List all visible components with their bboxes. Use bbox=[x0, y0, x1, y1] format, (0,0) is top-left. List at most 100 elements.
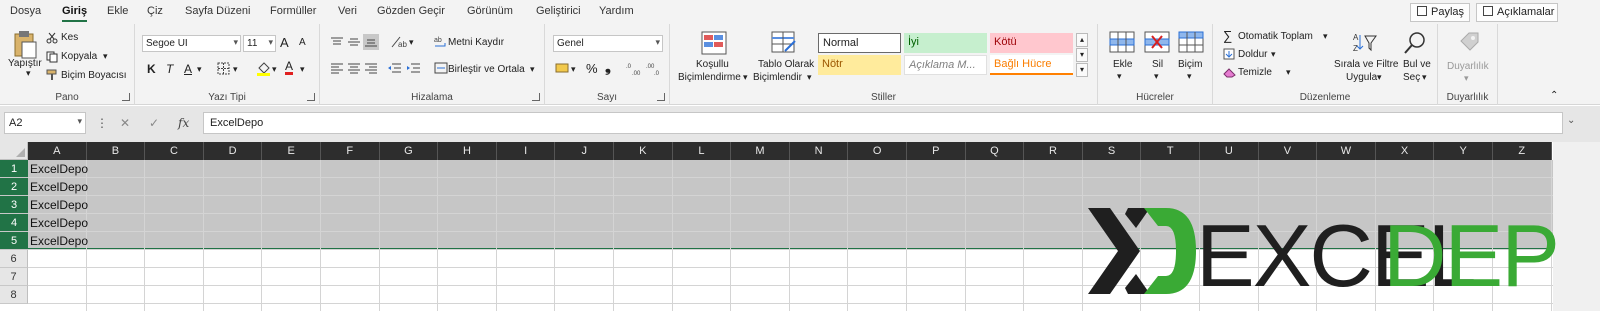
find-select-dropdown-icon[interactable]: ▾ bbox=[1422, 72, 1427, 83]
sort-filter-label-1[interactable]: Sırala ve Filtre bbox=[1334, 59, 1398, 70]
orientation-dropdown-icon[interactable]: ▾ bbox=[409, 37, 414, 48]
align-top-icon[interactable] bbox=[330, 36, 344, 48]
shrink-font-button[interactable]: A bbox=[299, 37, 306, 48]
style-neutral[interactable]: Nötr bbox=[818, 55, 901, 75]
column-header-v[interactable]: V bbox=[1258, 142, 1318, 160]
bold-button[interactable]: K bbox=[147, 62, 156, 76]
format-as-table-label-1[interactable]: Tablo Olarak bbox=[758, 59, 814, 70]
format-painter-button[interactable]: Biçim Boyacısı bbox=[61, 70, 127, 81]
row-header-4[interactable]: 4 bbox=[0, 214, 28, 232]
accounting-dropdown-icon[interactable]: ▾ bbox=[571, 64, 576, 75]
row-header-7[interactable]: 7 bbox=[0, 268, 28, 286]
enter-icon[interactable]: ✓ bbox=[149, 116, 159, 130]
styles-scroll-up-icon[interactable]: ▴ bbox=[1076, 33, 1088, 47]
column-header-t[interactable]: T bbox=[1141, 142, 1200, 160]
styles-scroll-down-icon[interactable]: ▾ bbox=[1076, 48, 1088, 62]
cell-a3[interactable]: ExcelDepo bbox=[30, 196, 88, 214]
column-header-p[interactable]: P bbox=[907, 142, 966, 160]
clear-button[interactable]: Temizle bbox=[1238, 67, 1272, 78]
wrap-text-button[interactable]: Metni Kaydır bbox=[448, 37, 504, 48]
comments-button[interactable]: Açıklamalar bbox=[1476, 3, 1558, 22]
autosum-button[interactable]: Otomatik Toplam bbox=[1238, 31, 1313, 42]
underline-dropdown-icon[interactable]: ▾ bbox=[197, 64, 202, 75]
font-size-select[interactable]: 11 bbox=[243, 35, 276, 52]
decrease-decimal-icon[interactable]: .00.0 bbox=[646, 61, 664, 77]
align-middle-icon[interactable] bbox=[347, 36, 361, 48]
row-header-6[interactable]: 6 bbox=[0, 250, 28, 268]
tab-sayfa-duzeni[interactable]: Sayfa Düzeni bbox=[185, 5, 250, 17]
align-left-icon[interactable] bbox=[330, 62, 344, 74]
tab-veri[interactable]: Veri bbox=[338, 5, 357, 17]
tab-formuller[interactable]: Formüller bbox=[270, 5, 316, 17]
tab-gorunum[interactable]: Görünüm bbox=[467, 5, 513, 17]
clipboard-launcher-icon[interactable] bbox=[122, 93, 130, 101]
column-header-d[interactable]: D bbox=[203, 142, 263, 160]
column-header-q[interactable]: Q bbox=[965, 142, 1025, 160]
column-header-r[interactable]: R bbox=[1024, 142, 1083, 160]
insert-dropdown-icon[interactable]: ▾ bbox=[1117, 71, 1122, 82]
conditional-formatting-button[interactable]: Biçimlendirme bbox=[678, 72, 741, 83]
style-bad[interactable]: Kötü bbox=[990, 33, 1073, 53]
font-launcher-icon[interactable] bbox=[307, 93, 315, 101]
paste-dropdown-icon[interactable]: ▾ bbox=[26, 68, 31, 79]
tab-gozden-gecir[interactable]: Gözden Geçir bbox=[377, 5, 445, 17]
row-header-8[interactable]: 8 bbox=[0, 286, 28, 304]
insert-function-icon[interactable]: fx bbox=[178, 116, 189, 130]
column-header-u[interactable]: U bbox=[1200, 142, 1259, 160]
column-header-x[interactable]: X bbox=[1375, 142, 1435, 160]
column-header-w[interactable]: W bbox=[1317, 142, 1376, 160]
borders-icon[interactable] bbox=[217, 62, 231, 75]
accounting-format-icon[interactable] bbox=[555, 62, 571, 74]
number-format-select[interactable]: Genel bbox=[553, 35, 663, 52]
decrease-indent-icon[interactable] bbox=[387, 62, 402, 74]
percent-button[interactable]: % bbox=[586, 61, 598, 76]
cell-a5[interactable]: ExcelDepo bbox=[30, 232, 88, 250]
align-center-icon[interactable] bbox=[347, 62, 361, 74]
comma-style-button[interactable]: ❟ bbox=[605, 59, 611, 76]
column-header-a[interactable]: A bbox=[28, 142, 87, 160]
cut-button[interactable]: Kes bbox=[61, 32, 78, 43]
row-header-3[interactable]: 3 bbox=[0, 196, 28, 214]
paste-button[interactable]: Yapıştır bbox=[8, 58, 42, 69]
column-header-y[interactable]: Y bbox=[1434, 142, 1493, 160]
column-header-l[interactable]: L bbox=[672, 142, 732, 160]
autosum-dropdown-icon[interactable]: ▾ bbox=[1323, 31, 1328, 42]
format-as-table-button[interactable]: Biçimlendir bbox=[753, 72, 802, 83]
column-header-g[interactable]: G bbox=[379, 142, 439, 160]
cancel-icon[interactable]: ✕ bbox=[120, 116, 130, 130]
increase-decimal-icon[interactable]: .0.00 bbox=[626, 61, 644, 77]
fill-button[interactable]: Doldur bbox=[1238, 49, 1267, 60]
styles-more-icon[interactable]: ▾ bbox=[1076, 63, 1088, 77]
name-box[interactable]: A2 bbox=[4, 112, 86, 134]
format-as-table-dropdown-icon[interactable]: ▾ bbox=[807, 72, 812, 83]
column-header-o[interactable]: O bbox=[848, 142, 907, 160]
increase-indent-icon[interactable] bbox=[406, 62, 421, 74]
row-header-1[interactable]: 1 bbox=[0, 160, 28, 178]
column-header-f[interactable]: F bbox=[321, 142, 380, 160]
sort-filter-dropdown-icon[interactable]: ▾ bbox=[1377, 72, 1382, 83]
align-bottom-icon[interactable] bbox=[363, 34, 379, 50]
delete-dropdown-icon[interactable]: ▾ bbox=[1154, 71, 1159, 82]
copy-dropdown-icon[interactable]: ▾ bbox=[103, 51, 108, 62]
format-dropdown-icon[interactable]: ▾ bbox=[1187, 71, 1192, 82]
paste-icon[interactable] bbox=[12, 30, 38, 60]
column-header-b[interactable]: B bbox=[86, 142, 146, 160]
find-select-label-1[interactable]: Bul ve bbox=[1403, 59, 1431, 70]
column-header-z[interactable]: Z bbox=[1493, 142, 1552, 160]
fill-color-dropdown-icon[interactable]: ▾ bbox=[272, 64, 277, 75]
tab-ciz[interactable]: Çiz bbox=[147, 5, 163, 17]
right-scroll-area[interactable] bbox=[1553, 142, 1600, 311]
grow-font-button[interactable]: A bbox=[280, 35, 289, 50]
fill-dropdown-icon[interactable]: ▾ bbox=[1271, 49, 1276, 60]
conditional-formatting-dropdown-icon[interactable]: ▾ bbox=[743, 72, 748, 83]
style-explanatory[interactable]: Açıklama M... bbox=[904, 55, 987, 75]
row-header-5[interactable]: 5 bbox=[0, 232, 28, 250]
fill-color-icon[interactable] bbox=[256, 61, 271, 76]
underline-button[interactable]: A bbox=[184, 62, 192, 76]
tab-yardim[interactable]: Yardım bbox=[599, 5, 634, 17]
tab-dosya[interactable]: Dosya bbox=[10, 5, 41, 17]
share-button[interactable]: Paylaş bbox=[1410, 3, 1470, 22]
formula-input[interactable]: ExcelDepo bbox=[203, 112, 1563, 134]
tab-gelistirici[interactable]: Geliştirici bbox=[536, 5, 581, 17]
insert-cells-button[interactable]: Ekle bbox=[1113, 59, 1132, 70]
